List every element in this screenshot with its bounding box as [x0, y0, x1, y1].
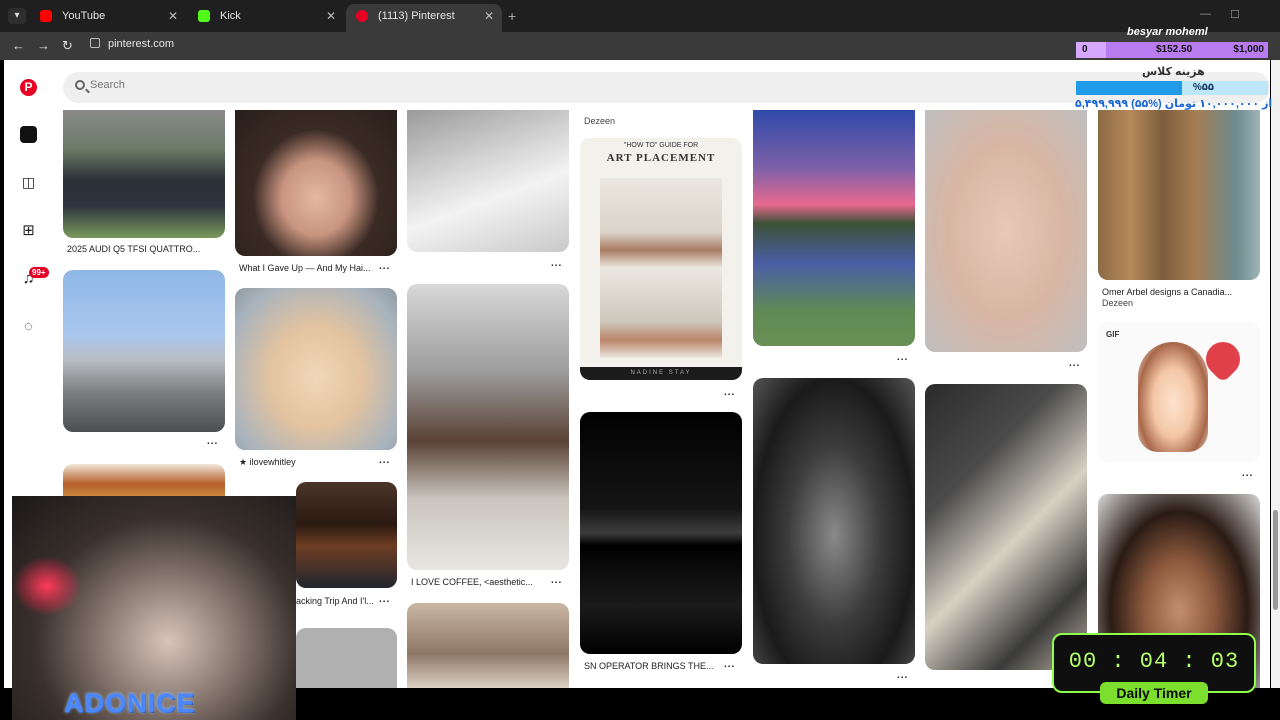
pin-caption[interactable]: acking Trip And I'l... [296, 596, 374, 606]
pin-more-icon[interactable]: ... [724, 387, 735, 398]
guide-subtitle: "HOW TO" GUIDE FOR [623, 142, 699, 149]
home-icon[interactable] [20, 126, 37, 143]
forward-arrow-icon[interactable]: → [37, 38, 50, 53]
page-scrollbar[interactable] [1271, 60, 1280, 688]
pin-caption[interactable]: I LOVE COFFEE, <aesthetic... [411, 577, 533, 587]
tab-pinterest-label: (1113) Pinterest [378, 10, 455, 22]
scrollbar-thumb[interactable] [1273, 510, 1278, 610]
pin-girl-image[interactable] [235, 110, 397, 256]
goal-target: $1,000 [1233, 44, 1264, 55]
address-bar[interactable]: pinterest.com [90, 38, 174, 50]
fund-progress-fill [1076, 81, 1182, 95]
pin-collage-image[interactable] [925, 384, 1087, 670]
messages-icon[interactable]: ◌ [20, 318, 37, 335]
pin-caption[interactable]: 2025 AUDI Q5 TFSI QUATTRO... [67, 244, 200, 254]
fund-progress-bar: %۵۵ [1076, 81, 1268, 95]
pin-more-icon[interactable]: ... [897, 670, 908, 681]
pin-more-icon[interactable]: ... [207, 436, 218, 447]
pin-more-icon[interactable]: ... [379, 594, 390, 605]
fund-label: هزینه کلاس [1142, 66, 1205, 78]
tab-youtube-label: YouTube [62, 10, 106, 22]
pin-tennis-image[interactable] [753, 110, 915, 346]
back-arrow-icon[interactable]: ← [12, 38, 25, 53]
kick-icon [198, 10, 210, 22]
webcam-feed [12, 496, 296, 720]
pin-caption[interactable]: What I Gave Up — And My Hai... [239, 263, 371, 273]
guide-footer: NADINE STAY [580, 367, 742, 380]
search-input[interactable] [90, 79, 690, 91]
explore-icon[interactable]: ◫ [20, 174, 37, 191]
pin-chocolate-cake-image[interactable] [296, 482, 397, 588]
search-icon [75, 80, 85, 90]
pin-more-icon[interactable]: ... [897, 352, 908, 363]
url-text: pinterest.com [108, 38, 175, 50]
pin-more-icon[interactable]: ... [551, 575, 562, 586]
pinterest-logo-icon[interactable]: P [20, 79, 37, 96]
tab-kick-label: Kick [220, 10, 241, 22]
overlay-streamer-name: besyar moheml [1127, 26, 1208, 38]
reload-icon[interactable]: ↻ [62, 38, 73, 54]
pin-snes-image[interactable] [580, 412, 742, 654]
goal-start: 0 [1082, 44, 1088, 55]
pin-more-icon[interactable]: ... [551, 258, 562, 269]
pin-caption[interactable]: SN OPERATOR BRINGS THE... [584, 661, 714, 671]
pin-nails-image[interactable] [407, 110, 569, 252]
fund-total: ۵,۴۹۹,۹۹۹ از ۱۰,۰۰۰,۰۰۰ تومان (%۵۵) [1075, 98, 1273, 110]
tab-pinterest[interactable]: (1113) Pinterest ✕ [346, 4, 502, 32]
streamer-brand-logo: ADONICE [64, 688, 196, 718]
pin-coffee-image[interactable] [407, 284, 569, 570]
pin-source[interactable]: Dezeen [584, 116, 615, 126]
pin-nails-image[interactable] [235, 288, 397, 450]
pin-wood-image[interactable] [1098, 110, 1260, 280]
gif-label: GIF [1106, 330, 1120, 339]
goal-current: $152.50 [1156, 44, 1193, 55]
pin-caption[interactable]: Omer Arbel designs a Canadia... [1102, 287, 1232, 297]
notification-badge: 99+ [29, 267, 49, 278]
pin-building-image[interactable] [63, 270, 225, 432]
pin-red-nails-image[interactable] [925, 110, 1087, 352]
pin-art-guide-image[interactable]: "HOW TO" GUIDE FOR ART PLACEMENT NADINE … [580, 138, 742, 380]
guide-title: ART PLACEMENT [606, 152, 716, 164]
pin-couple-image[interactable] [753, 378, 915, 664]
pin-source[interactable]: Dezeen [1102, 298, 1133, 308]
pin-caption[interactable]: ★ ilovewhitley [239, 457, 296, 468]
site-info-icon[interactable] [90, 38, 100, 48]
pin-more-icon[interactable]: ... [1069, 358, 1080, 369]
timer-label: Daily Timer [1100, 682, 1208, 704]
close-tab-icon[interactable]: ✕ [484, 4, 494, 28]
pin-image[interactable] [296, 628, 397, 688]
pin-more-icon[interactable]: ... [379, 261, 390, 272]
pin-more-icon[interactable]: ... [1242, 468, 1253, 479]
tab-search-dropdown[interactable]: ▾ [8, 8, 26, 24]
tab-youtube[interactable]: YouTube ✕ [30, 4, 186, 32]
close-tab-icon[interactable]: ✕ [168, 4, 178, 28]
tab-kick[interactable]: Kick ✕ [188, 4, 344, 32]
pin-more-icon[interactable]: ... [724, 659, 735, 670]
timer-value: 00 : 04 : 03 [1068, 649, 1240, 674]
close-tab-icon[interactable]: ✕ [326, 4, 336, 28]
new-tab-button[interactable]: + [508, 8, 516, 24]
minimize-icon[interactable]: — [1200, 8, 1211, 20]
fund-percent: %۵۵ [1192, 82, 1214, 93]
pin-hand-image[interactable] [407, 603, 569, 688]
youtube-icon [40, 10, 52, 22]
pinterest-tab-icon [356, 10, 368, 22]
create-icon[interactable]: ⊞ [20, 222, 37, 239]
pin-gif-image[interactable]: GIF [1098, 322, 1260, 462]
maximize-icon[interactable]: ☐ [1230, 8, 1240, 21]
pin-audi-image[interactable] [63, 110, 225, 238]
donation-goal-bar: 0 $152.50 $1,000 [1076, 42, 1268, 58]
pin-more-icon[interactable]: ... [379, 455, 390, 466]
